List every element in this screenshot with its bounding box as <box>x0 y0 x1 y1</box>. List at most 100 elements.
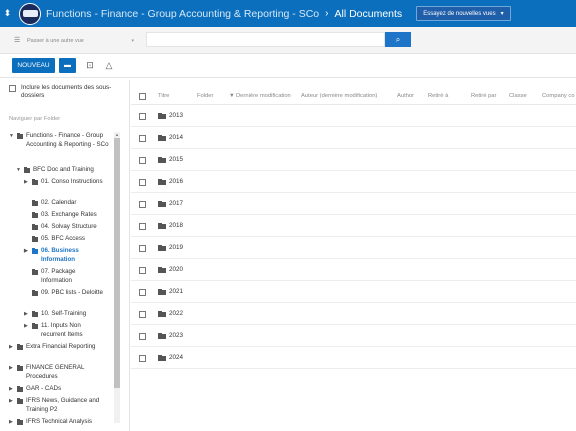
row-checkbox[interactable] <box>139 223 146 230</box>
tree-node-ifrs-news[interactable]: ▶ IFRS News, Guidance and Training P2 <box>9 397 105 414</box>
list-row[interactable]: 2014 <box>131 127 576 149</box>
sidebar-scrollbar[interactable]: ▲ <box>114 132 120 423</box>
row-title[interactable]: 2021 <box>169 288 183 295</box>
tree-node-extra-financial[interactable]: ▶ Extra Financial Reporting <box>9 343 105 352</box>
site-logo[interactable] <box>19 2 41 25</box>
drive-icon[interactable]: △ <box>103 59 115 71</box>
try-new-views-label: Essayez de nouvelles vues <box>423 10 496 17</box>
folder-icon <box>32 179 38 185</box>
row-checkbox[interactable] <box>139 135 146 142</box>
row-checkbox[interactable] <box>139 201 146 208</box>
tree-arrow-icon[interactable]: ▶ <box>9 397 14 414</box>
tree-node-finance-general[interactable]: ▶ FINANCE GENERAL Procedures <box>9 364 105 381</box>
column-modified[interactable]: Dernière modification <box>236 93 291 99</box>
list-row[interactable]: 2024 <box>131 347 576 369</box>
row-title[interactable]: 2023 <box>169 332 183 339</box>
folder-icon <box>17 398 23 404</box>
tree-node-ifrs-technical[interactable]: ▶ IFRS Technical Analysis <box>9 418 119 427</box>
tree-arrow-icon[interactable]: ▶ <box>24 322 29 339</box>
list-row[interactable]: 2015 <box>131 149 576 171</box>
toolbar: NOUVEAU ▬ ⊡ △ <box>0 54 576 78</box>
column-folder[interactable]: Folder <box>197 93 213 99</box>
list-row[interactable]: 2019 <box>131 237 576 259</box>
tree-arrow-icon[interactable]: ▶ <box>24 178 29 187</box>
tree-arrow-icon[interactable]: ▼ <box>9 132 14 149</box>
folder-icon <box>158 157 166 163</box>
tree-node-bfc-access[interactable]: 05. BFC Access <box>24 235 112 244</box>
list-row[interactable]: 2018 <box>131 215 576 237</box>
breadcrumb-current: All Documents <box>334 7 403 20</box>
list-row[interactable]: 2016 <box>131 171 576 193</box>
tree-node-calendar[interactable]: 02. Calendar <box>24 199 112 208</box>
tree-node-exchange-rates[interactable]: 03. Exchange Rates <box>24 211 112 220</box>
new-button[interactable]: NOUVEAU <box>12 58 55 73</box>
tree-node-label: IFRS News, Guidance and Training P2 <box>26 397 100 413</box>
tree-arrow-icon[interactable]: ▶ <box>9 364 14 381</box>
breadcrumb-site[interactable]: Functions - Finance - Group Accounting &… <box>46 8 319 20</box>
row-checkbox[interactable] <box>139 355 146 362</box>
tree-node-package-information[interactable]: 07. Package Information <box>24 268 104 285</box>
row-title[interactable]: 2016 <box>169 178 183 185</box>
new-folder-button[interactable]: ▬ <box>59 58 76 73</box>
row-title[interactable]: 2015 <box>169 156 183 163</box>
column-author[interactable]: Author <box>397 93 414 99</box>
tree-arrow-icon[interactable]: ▶ <box>9 385 14 394</box>
row-checkbox[interactable] <box>139 113 146 120</box>
column-checked-out-by[interactable]: Retiré par <box>471 93 496 99</box>
select-all-checkbox[interactable] <box>139 93 146 100</box>
row-checkbox[interactable] <box>139 267 146 274</box>
tree-node-bfc-doc[interactable]: ▼ BFC Doc and Training <box>16 166 112 175</box>
row-checkbox[interactable] <box>139 245 146 252</box>
tree-arrow-icon[interactable]: ▶ <box>24 310 29 319</box>
column-title[interactable]: Titre <box>158 93 169 99</box>
chevron-down-icon: ▾ <box>500 11 504 17</box>
upload-icon[interactable]: ⊡ <box>84 59 96 71</box>
column-company[interactable]: Company co <box>542 93 575 99</box>
row-title[interactable]: 2014 <box>169 134 183 141</box>
tree-node-solvay-structure[interactable]: 04. Solvay Structure <box>24 223 112 232</box>
list-row[interactable]: 2022 <box>131 303 576 325</box>
row-title[interactable]: 2022 <box>169 310 183 317</box>
tree-node-functions-finance[interactable]: ▼ Functions - Finance - Group Accounting… <box>9 132 113 149</box>
row-title[interactable]: 2020 <box>169 266 183 273</box>
row-title[interactable]: 2018 <box>169 222 183 229</box>
scrollbar-thumb[interactable] <box>114 138 120 388</box>
tree-node-self-training[interactable]: ▶ 10. Self-Training <box>24 310 112 319</box>
column-class[interactable]: Classe <box>509 93 527 99</box>
search-button[interactable]: ⌕ <box>385 32 411 47</box>
column-checked-out-to[interactable]: Retiré à <box>428 93 448 99</box>
tree-arrow-icon[interactable]: ▶ <box>9 343 14 352</box>
row-checkbox[interactable] <box>139 157 146 164</box>
list-row[interactable]: 2021 <box>131 281 576 303</box>
include-subfolders-checkbox[interactable] <box>9 85 16 92</box>
row-title[interactable]: 2019 <box>169 244 183 251</box>
list-row[interactable]: 2017 <box>131 193 576 215</box>
row-title[interactable]: 2024 <box>169 354 183 361</box>
folder-icon <box>32 200 38 206</box>
search-input[interactable] <box>146 32 385 47</box>
tree-node-conso-instructions[interactable]: ▶ 01. Conso Instructions <box>24 178 104 187</box>
list-row[interactable]: 2013 <box>131 105 576 127</box>
try-new-views-button[interactable]: Essayez de nouvelles vues ▾ <box>416 6 511 21</box>
row-title[interactable]: 2013 <box>169 112 183 119</box>
tree-arrow-icon[interactable]: ▶ <box>24 247 29 264</box>
include-subfolders-option[interactable]: Inclure les documents des sous-dossiers <box>9 84 121 100</box>
tree-node-inputs-non-recurrent[interactable]: ▶ 11. Inputs Non recurrent Items <box>24 322 104 339</box>
app-menu-icon[interactable]: ⬍ <box>0 0 15 27</box>
row-checkbox[interactable] <box>139 179 146 186</box>
row-checkbox[interactable] <box>139 311 146 318</box>
tree-arrow-icon[interactable]: ▼ <box>16 166 21 175</box>
tree-node-pbc-lists[interactable]: 09. PBC lists - Deloitte <box>24 289 104 298</box>
tree-arrow-icon[interactable]: ▶ <box>9 418 14 427</box>
folder-icon <box>32 290 38 296</box>
row-title[interactable]: 2017 <box>169 200 183 207</box>
list-row[interactable]: 2020 <box>131 259 576 281</box>
row-checkbox[interactable] <box>139 333 146 340</box>
tree-arrow-icon <box>24 223 29 232</box>
list-row[interactable]: 2023 <box>131 325 576 347</box>
row-checkbox[interactable] <box>139 289 146 296</box>
tree-node-business-information[interactable]: ▶ 06. Business Information <box>24 247 104 264</box>
column-modified-by[interactable]: Auteur (dernière modification) <box>301 93 377 99</box>
view-selector[interactable]: ☰ Passer à une autre vue ▾ <box>14 35 134 46</box>
tree-node-gar-cads[interactable]: ▶ GAR - CADs <box>9 385 105 394</box>
